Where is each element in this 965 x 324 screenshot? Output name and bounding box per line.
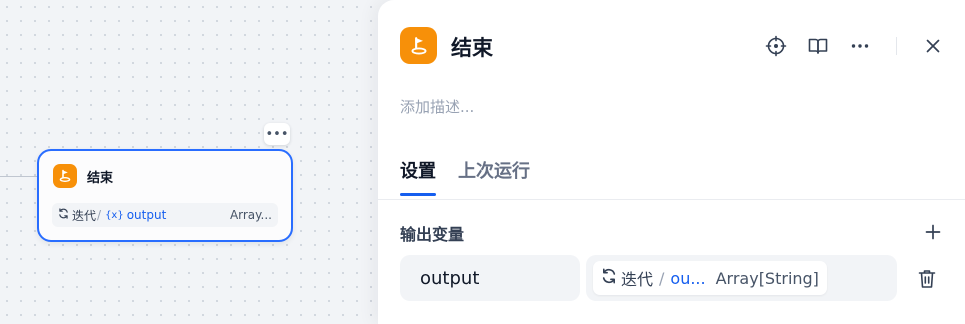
panel-title[interactable]: 结束 [451, 32, 493, 62]
flag-end-icon [53, 164, 77, 188]
description-input[interactable]: 添加描述... [400, 96, 474, 117]
flag-end-icon [400, 27, 437, 64]
loop-icon [58, 208, 69, 222]
node-output-variable: 迭代 / {x} output Array... [52, 203, 278, 227]
connection-edge [0, 176, 40, 177]
locate-icon[interactable] [764, 34, 788, 58]
reference-variable-type: Array[String] [715, 268, 819, 288]
output-variable-name-input[interactable]: output [400, 255, 580, 301]
reference-separator: / [659, 268, 665, 288]
tabs-divider [378, 199, 965, 200]
toolbar-divider [896, 37, 897, 55]
variable-reference-chip[interactable]: 迭代 / ou... Array[String] [593, 261, 827, 295]
variable-scope: 迭代 [72, 208, 97, 223]
variable-reference-selector[interactable]: 迭代 / ou... Array[String] [586, 255, 897, 301]
variable-type: Array... [229, 208, 272, 222]
variable-name: output [126, 208, 167, 222]
reference-scope: 迭代 [621, 270, 654, 289]
book-icon[interactable] [806, 34, 830, 58]
tab-last-run[interactable]: 上次运行 [458, 157, 530, 196]
variable-icon: {x} [105, 209, 124, 221]
plus-icon[interactable] [922, 221, 944, 243]
output-section-title: 输出变量 [400, 225, 465, 244]
node-title: 结束 [87, 170, 114, 186]
close-icon[interactable] [921, 34, 945, 58]
node-settings-panel: 结束 添加描述... 设置 上次运行 输出变量 output 迭代 / ou..… [378, 0, 965, 324]
more-dots: ••• [265, 126, 289, 142]
end-node[interactable]: 结束 迭代 / {x} output Array... [37, 149, 293, 242]
output-variable-name: output [420, 267, 480, 289]
loop-icon [601, 268, 617, 288]
more-icon[interactable] [848, 34, 872, 58]
tab-settings[interactable]: 设置 [400, 157, 436, 196]
node-more-button[interactable]: ••• [264, 123, 290, 145]
panel-tabs: 设置 上次运行 [400, 157, 552, 196]
trash-icon[interactable] [916, 267, 938, 291]
reference-variable-name: ou... [670, 268, 706, 288]
node-header: 结束 [53, 164, 113, 188]
scope-separator: / [97, 208, 102, 222]
